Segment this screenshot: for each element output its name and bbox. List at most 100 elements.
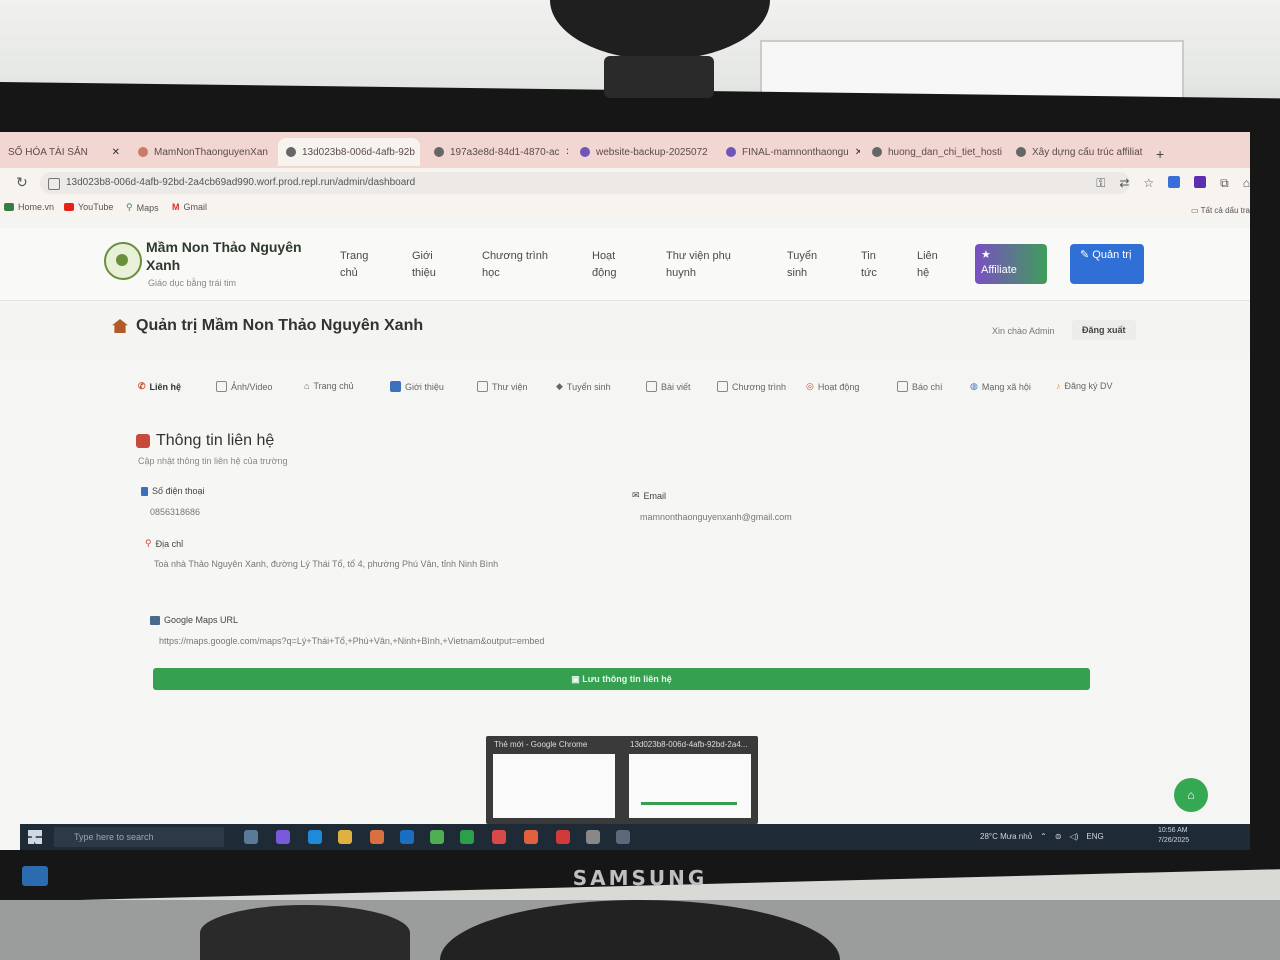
app-icon[interactable] <box>524 830 538 844</box>
tab-homepage[interactable]: ⌂ Trang chủ <box>304 381 354 391</box>
browser-tab[interactable]: MamNonThaonguyenXan ✕ <box>130 138 270 166</box>
translate-icon[interactable]: ⇄ <box>1119 176 1129 191</box>
tab-admission[interactable]: ◆ Tuyển sinh <box>556 381 611 392</box>
site-favicon-icon <box>580 147 590 157</box>
site-name[interactable]: Mầm Non Thảo Nguyên Xanh <box>146 238 316 274</box>
nav-contact[interactable]: Liên hệ <box>917 248 947 282</box>
bookmark-label: Gmail <box>183 202 208 212</box>
excel-icon[interactable] <box>460 830 474 844</box>
bookmarks-bar: Home.vn YouTube ⚲ Maps M Gmail ▭ Tất cả … <box>0 198 1250 218</box>
weather-text[interactable]: 28°C Mưa nhỏ <box>980 832 1032 841</box>
school-logo[interactable] <box>104 242 142 280</box>
globe-icon <box>872 147 882 157</box>
browser-tab[interactable]: 197a3e8d-84d1-4870-ac ✕ <box>426 138 568 166</box>
tab-label: Báo chí <box>912 381 943 392</box>
close-icon[interactable]: ✕ <box>112 147 120 158</box>
tab-activities[interactable]: ◎ Hoạt động <box>806 381 859 392</box>
bookmark-gmail[interactable]: M Gmail <box>172 202 207 212</box>
bookmark-label: Home.vn <box>18 202 55 212</box>
edge-icon[interactable] <box>308 830 322 844</box>
maps-url-field[interactable] <box>159 636 859 646</box>
extension-icon[interactable] <box>1194 176 1207 188</box>
browser-tab[interactable]: huong_dan_chi_tiet_hosti ✕ <box>864 138 1006 166</box>
tab-library[interactable]: Thư viện <box>477 381 528 392</box>
network-icon[interactable]: ⊜ <box>1055 832 1062 841</box>
outlook-icon[interactable] <box>400 830 414 844</box>
robot-icon: ⌂ <box>1187 788 1195 802</box>
chrome-icon[interactable] <box>430 830 444 844</box>
clock[interactable]: 10:56 AM 7/26/2025 <box>1158 826 1189 846</box>
toolbar-icons: ⚿ ⇄ ☆ ⧉ ⌂ <box>1096 176 1250 191</box>
affiliate-button[interactable]: ★ Affiliate <box>975 244 1047 284</box>
browser-tab-active[interactable]: 13d023b8-006d-4afb-92b ✕ <box>278 138 420 166</box>
file-explorer-icon[interactable] <box>338 830 352 844</box>
address-bar[interactable]: 13d023b8-006d-4afb-92bd-2a4cb69ad990.wor… <box>40 172 1130 194</box>
tab-label: Trang chủ <box>313 381 354 391</box>
nav-program[interactable]: Chương trình học <box>482 248 562 282</box>
tab-service-registration[interactable]: ♪ Đăng ký DV <box>1056 381 1113 391</box>
store-icon[interactable] <box>370 830 384 844</box>
tab-contact[interactable]: ✆ Liên hệ <box>138 381 181 392</box>
browser-tab[interactable]: website-backup-2025072 ✕ <box>572 138 714 166</box>
tab-posts[interactable]: Bài viết <box>646 381 691 392</box>
tab-press[interactable]: Báo chí <box>897 381 943 392</box>
reload-icon[interactable]: ↻ <box>16 174 28 191</box>
phone-field[interactable] <box>150 507 350 517</box>
window-preview[interactable]: Thẻ mới - Google Chrome <box>488 736 620 824</box>
all-bookmarks[interactable]: ▭ Tất cả dấu tra <box>1191 206 1250 215</box>
address-field[interactable] <box>154 559 754 569</box>
site-header: Mầm Non Thảo Nguyên Xanh Giáo dục bằng t… <box>0 228 1250 301</box>
nav-home[interactable]: Trang chủ <box>340 248 380 282</box>
close-icon[interactable]: ✕ <box>1148 147 1150 158</box>
tab-label: Ảnh/Video <box>231 381 273 392</box>
email-field[interactable] <box>640 512 940 522</box>
taskbar-search[interactable]: Type here to search <box>54 827 224 847</box>
bookmark-youtube[interactable]: YouTube <box>64 202 113 212</box>
key-icon[interactable]: ⚿ <box>1096 176 1105 191</box>
task-view-icon[interactable] <box>244 830 258 844</box>
tab-social[interactable]: ◍ Mạng xã hội <box>970 381 1031 392</box>
app-icon[interactable] <box>492 830 506 844</box>
system-tray: 28°C Mưa nhỏ ⌃ ⊜ ◁) ENG <box>980 832 1104 841</box>
admin-button[interactable]: ✎ Quản trị <box>1070 244 1144 284</box>
close-icon[interactable]: ✕ <box>855 147 860 158</box>
new-tab-icon[interactable]: + <box>1156 146 1164 162</box>
nav-about[interactable]: Giới thiệu <box>412 248 452 282</box>
tab-program[interactable]: Chương trình <box>717 381 786 392</box>
profile-icon[interactable]: ⌂ <box>1243 176 1250 191</box>
star-icon[interactable]: ☆ <box>1143 176 1154 191</box>
chat-bot-button[interactable]: ⌂ <box>1174 778 1208 812</box>
window-preview[interactable]: 13d023b8-006d-4afb-92bd-2a4... <box>624 736 756 824</box>
save-label: Lưu thông tin liên hệ <box>582 674 672 684</box>
language-indicator[interactable]: ENG <box>1086 832 1103 841</box>
chatgpt-icon[interactable] <box>586 830 600 844</box>
copilot-icon[interactable] <box>276 830 290 844</box>
nav-news[interactable]: Tin tức <box>861 248 891 282</box>
extension-icon[interactable] <box>1168 176 1181 188</box>
chrome-active-icon[interactable] <box>616 830 630 844</box>
bookmark-home[interactable]: Home.vn <box>4 202 54 212</box>
site-info-icon[interactable] <box>48 178 60 190</box>
nav-activities[interactable]: Hoạt động <box>592 248 632 282</box>
tab-media[interactable]: Ảnh/Video <box>216 381 272 392</box>
app-icon[interactable] <box>556 830 570 844</box>
browser-tab[interactable]: Xây dựng cấu trúc affiliat ✕ <box>1008 138 1150 166</box>
nav-admission[interactable]: Tuyển sinh <box>787 248 827 282</box>
windows-start-icon[interactable] <box>28 830 42 844</box>
chevron-up-icon[interactable]: ⌃ <box>1040 832 1047 841</box>
logout-button[interactable]: Đăng xuất <box>1072 320 1136 340</box>
tab-label: Chương trình <box>732 381 786 392</box>
tab-label: Liên hệ <box>149 381 182 392</box>
save-contact-button[interactable]: ▣ Lưu thông tin liên hệ <box>153 668 1090 690</box>
save-icon: ▣ <box>571 674 580 684</box>
browser-tab-strip: SỐ HÓA TÀI SẢN ✕ MamNonThaonguyenXan ✕ 1… <box>0 132 1250 168</box>
browser-tab[interactable]: FINAL-mamnonthaongu ✕ <box>718 138 860 166</box>
close-icon[interactable]: ✕ <box>566 147 568 158</box>
browser-tab[interactable]: SỐ HÓA TÀI SẢN ✕ <box>0 138 128 166</box>
bookmark-maps[interactable]: ⚲ Maps <box>126 202 159 213</box>
tab-about[interactable]: Giới thiệu <box>390 381 444 392</box>
nav-parent-library[interactable]: Thư viện phụ huynh <box>666 248 756 282</box>
speaker-icon[interactable]: ◁) <box>1070 832 1079 841</box>
extensions-puzzle-icon[interactable]: ⧉ <box>1220 176 1229 191</box>
site-favicon-icon <box>138 147 148 157</box>
